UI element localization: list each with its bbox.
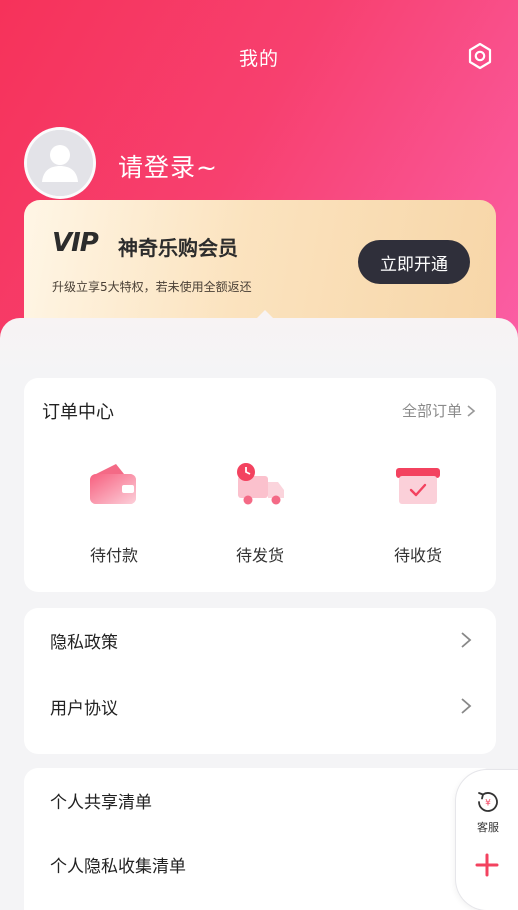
plus-icon [475,853,499,877]
add-button[interactable] [472,850,502,880]
wallet-icon [90,464,136,504]
vip-logo: VIP [52,228,99,258]
settings-hexagon-icon [468,42,492,70]
page-title: 我的 [238,48,279,70]
chevron-right-icon [461,698,472,714]
vip-title: 神奇乐购会员 [118,236,238,260]
order-pending-receipt-label: 待收货 [393,546,442,565]
order-pending-shipment-label: 待发货 [235,546,284,565]
chevron-right-icon [467,404,476,417]
all-orders-link[interactable]: 全部订单 [402,400,476,421]
avatar-placeholder-icon [27,130,93,196]
customer-service-icon: ¥ [478,792,498,812]
policy-links-card: 隐私政策 用户协议 [24,608,496,754]
order-pending-receipt[interactable]: 待收货 [358,456,478,566]
order-pending-shipment[interactable]: 待发货 [200,456,320,566]
customer-service-label: 客服 [477,821,499,834]
chevron-right-icon [461,632,472,648]
order-center-card: 订单中心 全部订单 待付款 待发货 待收货 [24,378,496,592]
privacy-policy-label: 隐私政策 [50,632,118,653]
all-orders-label: 全部订单 [401,402,462,420]
vip-open-button[interactable]: 立即开通 [358,240,470,284]
list-item-shared-list[interactable]: 个人共享清单 [24,770,496,830]
shared-list-label: 个人共享清单 [50,792,152,813]
delivery-truck-icon [237,463,284,505]
privacy-collection-list-label: 个人隐私收集清单 [50,856,186,877]
order-pending-payment[interactable]: 待付款 [54,456,174,566]
user-agreement-label: 用户协议 [50,698,118,719]
order-center-title: 订单中心 [42,402,114,423]
floating-service-widget: ¥ 客服 [456,770,518,910]
order-pending-payment-label: 待付款 [89,546,138,565]
package-box-icon [396,468,440,504]
screen: 我的 请登录~ VIP 神奇乐购会员 升级立享5大特权，若未使用全额返还 立即开… [0,0,518,910]
vip-subtitle: 升级立享5大特权，若未使用全额返还 [52,280,252,294]
svg-text:¥: ¥ [485,799,491,809]
login-prompt[interactable]: 请登录~ [118,148,218,184]
list-item-user-agreement[interactable]: 用户协议 [24,676,496,736]
customer-service-button[interactable]: ¥ 客服 [468,788,508,846]
privacy-lists-card: 个人共享清单 个人隐私收集清单 [24,768,496,910]
list-item-privacy-collection-list[interactable]: 个人隐私收集清单 [24,834,496,894]
avatar[interactable] [24,127,96,199]
sheet-notch [253,310,277,322]
list-item-privacy-policy[interactable]: 隐私政策 [24,610,496,670]
settings-button[interactable] [464,40,496,72]
